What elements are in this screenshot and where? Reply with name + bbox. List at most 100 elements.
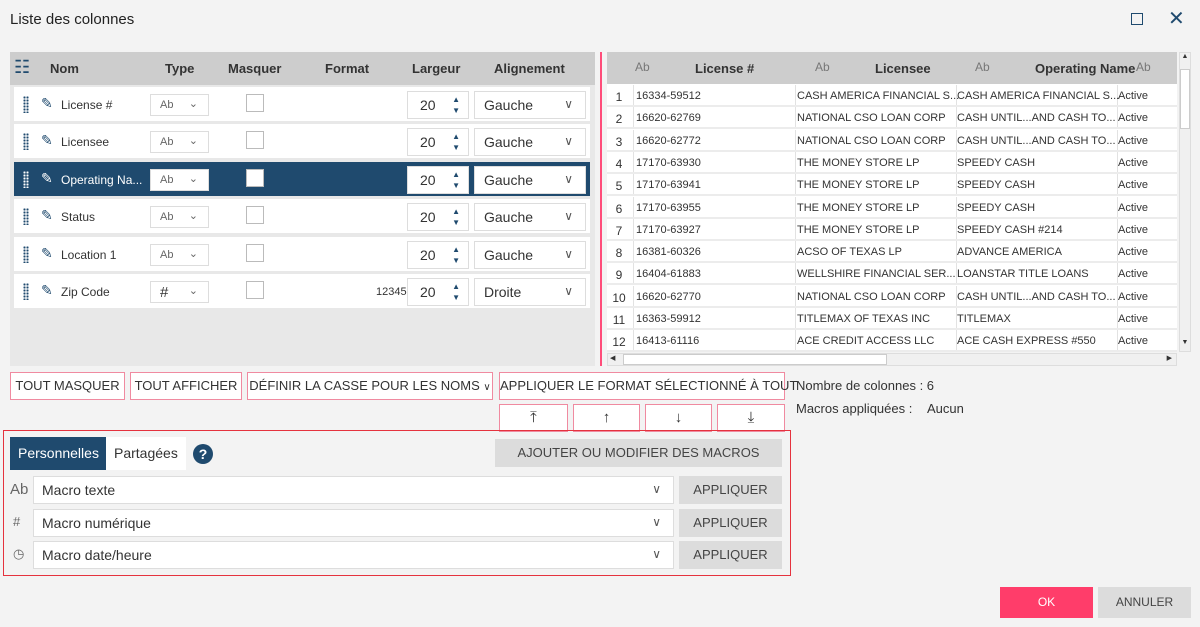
grid-cell: ACSO OF TEXAS LP xyxy=(797,246,902,259)
pencil-icon[interactable]: ✎ xyxy=(41,282,53,299)
macro-dropdown[interactable]: Macro date/heure ∨ xyxy=(33,541,674,569)
stepper-arrows-icon[interactable]: ▲ ▼ xyxy=(452,206,460,228)
stepper-arrows-icon[interactable]: ▲ ▼ xyxy=(452,244,460,266)
alignment-dropdown[interactable]: Droite ∨ xyxy=(474,278,586,306)
grid-row[interactable]: 4 17170-63930 THE MONEY STORE LP SPEEDY CAS… xyxy=(607,151,1177,174)
width-stepper[interactable]: 20 ▲ ▼ xyxy=(407,203,469,232)
type-dropdown[interactable]: Ab ⌄ xyxy=(150,94,209,116)
macro-dropdown[interactable]: Macro texte ∨ xyxy=(33,476,674,504)
hide-checkbox[interactable] xyxy=(246,94,264,112)
chevron-down-icon: ∨ xyxy=(652,514,661,529)
drag-handle-icon[interactable] xyxy=(23,170,29,188)
close-button[interactable]: ✕ xyxy=(1168,6,1185,31)
header-hide: Masquer xyxy=(228,61,282,76)
grid-row[interactable]: 8 16381-60326 ACSO OF TEXAS LP ADVANCE AMER… xyxy=(607,241,1177,264)
alignment-dropdown[interactable]: Gauche ∨ xyxy=(474,165,586,194)
grid-row[interactable]: 10 16620-62770 NATIONAL CSO LOAN CORP CASH … xyxy=(607,285,1177,308)
column-row[interactable]: ✎ Licensee Ab ⌄ 20 ▲ ▼ Gauche ∨ xyxy=(14,124,590,159)
filter-columns-icon[interactable]: ☷ xyxy=(14,57,30,78)
pencil-icon[interactable]: ✎ xyxy=(41,132,53,149)
drag-handle-icon[interactable] xyxy=(23,245,29,263)
hide-checkbox[interactable] xyxy=(246,206,264,225)
hide-checkbox[interactable] xyxy=(246,243,264,262)
set-case-dropdown[interactable]: DÉFINIR LA CASSE POUR LES NOMS ∨ xyxy=(247,372,493,400)
alignment-dropdown[interactable]: Gauche ∨ xyxy=(474,91,586,119)
grid-row[interactable]: 6 17170-63955 THE MONEY STORE LP SPEEDY CAS… xyxy=(607,196,1177,219)
grid-row[interactable]: 7 17170-63927 THE MONEY STORE LP SPEEDY CAS… xyxy=(607,218,1177,241)
stepper-arrows-icon[interactable]: ▲ ▼ xyxy=(452,94,460,116)
maximize-button[interactable] xyxy=(1131,13,1143,25)
cancel-button[interactable]: ANNULER xyxy=(1098,587,1191,618)
width-stepper[interactable]: 20 ▲ ▼ xyxy=(407,91,469,119)
drag-handle-icon[interactable] xyxy=(23,133,29,151)
drag-handle-icon[interactable] xyxy=(23,283,29,300)
move-top-button[interactable]: ⤒ xyxy=(499,404,568,432)
drag-handle-icon[interactable] xyxy=(23,96,29,113)
column-row[interactable]: ✎ Status Ab ⌄ 20 ▲ ▼ Gauche ∨ xyxy=(14,199,590,234)
chevron-down-icon: ∨ xyxy=(652,482,661,496)
grid-cell: CASH UNTIL...AND CASH TO... xyxy=(957,290,1116,303)
chevron-down-icon: ⌄ xyxy=(188,172,198,185)
grid-row[interactable]: 11 16363-59912 TITLEMAX OF TEXAS INC TITLEM… xyxy=(607,308,1177,330)
column-row[interactable]: ✎ License # Ab ⌄ 20 ▲ ▼ Gauche ∨ xyxy=(14,87,590,121)
type-dropdown[interactable]: Ab ⌄ xyxy=(150,168,209,191)
edit-macros-button[interactable]: AJOUTER OU MODIFIER DES MACROS xyxy=(495,439,782,467)
pencil-icon[interactable]: ✎ xyxy=(41,207,53,224)
drag-handle-icon[interactable] xyxy=(23,208,29,226)
stepper-arrows-icon[interactable]: ▲ ▼ xyxy=(452,281,460,303)
grid-row[interactable]: 5 17170-63941 THE MONEY STORE LP SPEEDY CAS… xyxy=(607,174,1177,197)
width-stepper[interactable]: 20 ▲ ▼ xyxy=(407,128,469,157)
column-row[interactable]: ✎ Zip Code # ⌄ 123456,78 20 ▲ ▼ Droite ∨ xyxy=(14,274,590,308)
macro-dropdown[interactable]: Macro numérique ∨ xyxy=(33,508,674,537)
type-dropdown[interactable]: Ab ⌄ xyxy=(150,131,209,154)
horizontal-scrollbar[interactable]: ◀ ▶ xyxy=(607,353,1177,366)
grid-cell: Active xyxy=(1118,156,1148,169)
alignment-dropdown[interactable]: Gauche ∨ xyxy=(474,128,586,157)
help-icon[interactable]: ? xyxy=(193,444,213,464)
alignment-dropdown[interactable]: Gauche ∨ xyxy=(474,203,586,232)
move-bottom-button[interactable]: ⤓ xyxy=(717,404,785,432)
column-row[interactable]: ✎ Operating Na... Ab ⌄ 20 ▲ ▼ Gauche ∨ xyxy=(14,161,590,196)
grid-row[interactable]: 2 16620-62769 NATIONAL CSO LOAN CORP CASH U… xyxy=(607,107,1177,130)
width-stepper[interactable]: 20 ▲ ▼ xyxy=(407,240,469,269)
pencil-icon[interactable]: ✎ xyxy=(41,95,53,112)
column-header[interactable]: Licensee xyxy=(875,61,931,76)
width-stepper[interactable]: 20 ▲ ▼ xyxy=(407,278,469,306)
apply-macro-button[interactable]: APPLIQUER xyxy=(679,476,782,504)
grid-row[interactable]: 9 16404-61883 WELLSHIRE FINANCIAL SER... LO… xyxy=(607,263,1177,286)
type-dropdown[interactable]: Ab ⌄ xyxy=(150,206,209,229)
hide-checkbox[interactable] xyxy=(246,281,264,299)
apply-macro-button[interactable]: APPLIQUER xyxy=(679,541,782,569)
apply-macro-button[interactable]: APPLIQUER xyxy=(679,508,782,537)
grid-row[interactable]: 12 16413-61116 ACE CREDIT ACCESS LLC ACE CA… xyxy=(607,330,1177,352)
row-number: 8 xyxy=(615,246,623,261)
alignment-value: Gauche xyxy=(484,171,534,188)
grid-cell: 16381-60326 xyxy=(636,246,701,259)
vertical-scrollbar[interactable]: ▲ ▼ xyxy=(1179,52,1191,352)
hide-checkbox[interactable] xyxy=(246,131,264,150)
tab-partagees[interactable]: Partagées xyxy=(106,437,186,470)
type-dropdown[interactable]: Ab ⌄ xyxy=(150,243,209,266)
move-down-button[interactable]: ↓ xyxy=(645,404,712,432)
grid-row[interactable]: 3 16620-62772 NATIONAL CSO LOAN CORP CASH U… xyxy=(607,129,1177,152)
move-up-button[interactable]: ↑ xyxy=(573,404,640,432)
hide-checkbox[interactable] xyxy=(246,168,264,187)
pencil-icon[interactable]: ✎ xyxy=(41,245,53,262)
stepper-arrows-icon[interactable]: ▲ ▼ xyxy=(452,169,460,191)
tab-personnelles[interactable]: Personnelles xyxy=(10,437,107,470)
stepper-arrows-icon[interactable]: ▲ ▼ xyxy=(452,131,460,153)
width-value: 20 xyxy=(420,246,436,263)
column-header[interactable]: Operating Name xyxy=(1035,61,1135,76)
type-dropdown[interactable]: # ⌄ xyxy=(150,281,209,303)
hide-all-button[interactable]: TOUT MASQUER xyxy=(10,372,125,400)
column-header[interactable]: License # xyxy=(695,61,754,76)
pencil-icon[interactable]: ✎ xyxy=(41,170,53,187)
grid-cell: Active xyxy=(1118,179,1148,192)
alignment-dropdown[interactable]: Gauche ∨ xyxy=(474,240,586,269)
width-stepper[interactable]: 20 ▲ ▼ xyxy=(407,165,469,194)
grid-row[interactable]: 1 16334-59512 CASH AMERICA FINANCIAL S... C… xyxy=(607,85,1177,107)
show-all-button[interactable]: TOUT AFFICHER xyxy=(130,372,242,400)
column-row[interactable]: ✎ Location 1 Ab ⌄ 20 ▲ ▼ Gauche ∨ xyxy=(14,236,590,271)
ok-button[interactable]: OK xyxy=(1000,587,1093,618)
apply-format-all-button[interactable]: APPLIQUER LE FORMAT SÉLECTIONNÉ À TOUT xyxy=(499,372,797,400)
